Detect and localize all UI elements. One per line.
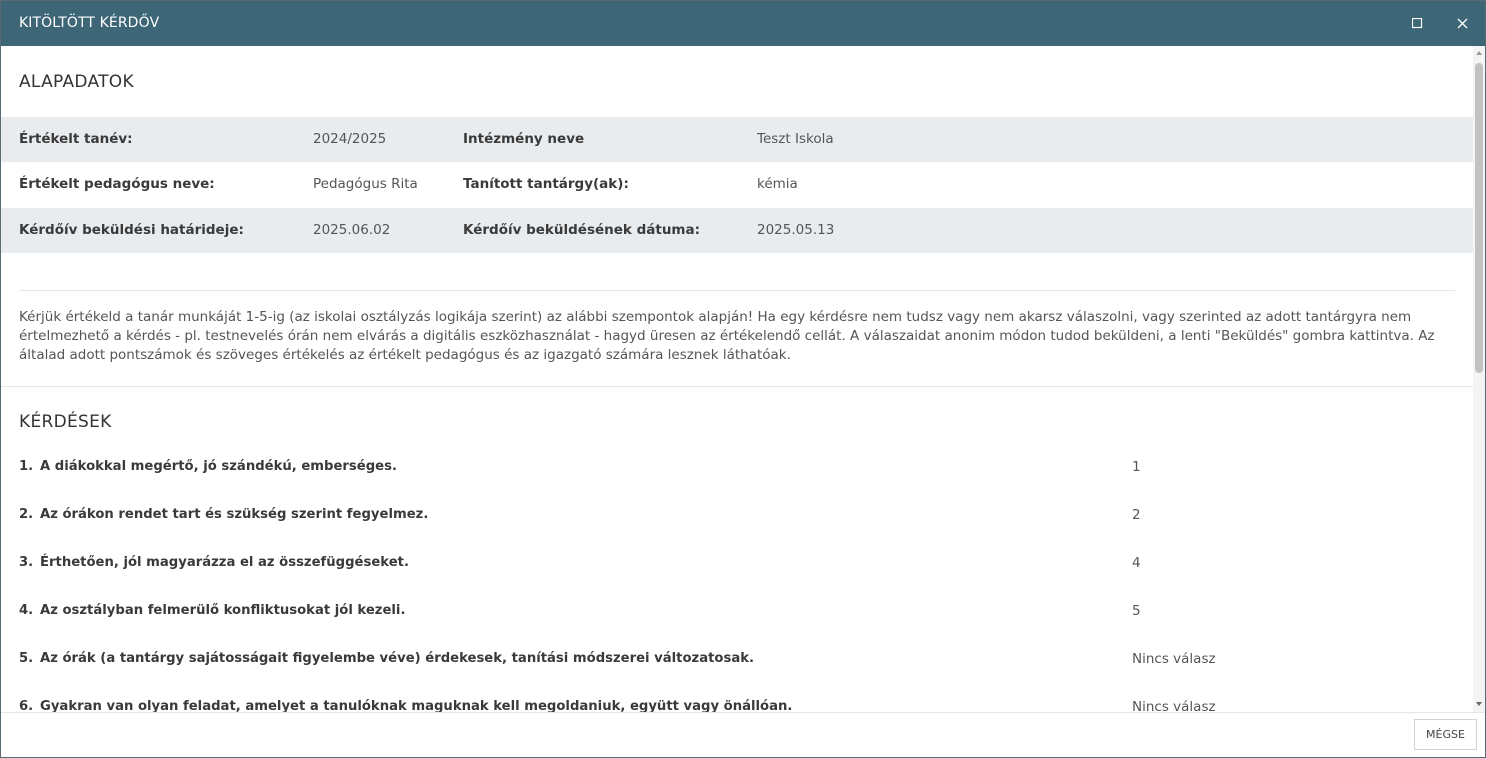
info-value: Teszt Iskola — [757, 131, 834, 147]
question-answer: Nincs válasz — [1132, 699, 1216, 712]
basic-data-title: ALAPADATOK — [19, 72, 134, 92]
question-answer: 4 — [1132, 555, 1141, 571]
info-label: Értékelt pedagógus neve: — [19, 176, 215, 192]
info-value: 2025.05.13 — [757, 222, 835, 238]
question-row: 1. A diákokkal megértő, jó szándékú, emb… — [1, 459, 1473, 507]
info-value: 2025.06.02 — [313, 222, 391, 238]
questionnaire-dialog: KITÖLTÖTT KÉRDŐV ALAPADATOK Értékelt tan… — [0, 0, 1486, 758]
scroll-thumb[interactable] — [1475, 63, 1483, 373]
question-text: Az órákon rendet tart és szükség szerint… — [40, 507, 429, 522]
question-text: A diákokkal megértő, jó szándékú, embers… — [40, 459, 397, 474]
info-value: Pedagógus Rita — [313, 176, 418, 192]
question-row: 2. Az órákon rendet tart és szükség szer… — [1, 507, 1473, 555]
question-text: Az osztályban felmerülő konfliktusokat j… — [40, 603, 406, 618]
question-row: 6. Gyakran van olyan feladat, amelyet a … — [1, 699, 1473, 712]
dialog-footer: MÉGSE — [1, 712, 1485, 757]
info-label: Intézmény neve — [463, 131, 585, 147]
question-row: 3. Érthetően, jól magyarázza el az össze… — [1, 555, 1473, 603]
dialog-content[interactable]: ALAPADATOK Értékelt tanév: 2024/2025 Int… — [1, 46, 1473, 712]
maximize-icon — [1411, 17, 1422, 28]
question-answer: Nincs válasz — [1132, 651, 1216, 667]
divider — [19, 290, 1455, 291]
question-text: Érthetően, jól magyarázza el az összefüg… — [40, 555, 409, 570]
question-text: Az órák (a tantárgy sajátosságait figyel… — [40, 651, 755, 666]
question-answer: 1 — [1132, 459, 1141, 475]
dialog-title: KITÖLTÖTT KÉRDŐV — [19, 15, 160, 31]
question-answer: 2 — [1132, 507, 1141, 523]
question-row: 5. Az órák (a tantárgy sajátosságait fig… — [1, 651, 1473, 699]
info-row: Kérdőív beküldési határideje: 2025.06.02… — [1, 208, 1473, 253]
divider — [1, 386, 1473, 387]
info-label: Kérdőív beküldési határideje: — [19, 222, 244, 238]
close-icon — [1457, 18, 1467, 28]
info-label: Kérdőív beküldésének dátuma: — [463, 222, 701, 238]
question-number: 6. — [19, 699, 34, 712]
questions-title: KÉRDÉSEK — [19, 412, 112, 432]
info-value: kémia — [757, 176, 798, 192]
question-number: 3. — [19, 555, 34, 570]
dialog-title-bar: KITÖLTÖTT KÉRDŐV — [1, 1, 1485, 46]
question-text: Gyakran van olyan feladat, amelyet a tan… — [40, 699, 793, 712]
question-number: 1. — [19, 459, 34, 474]
scroll-down-icon[interactable] — [1476, 702, 1482, 706]
info-label: Tanított tantárgy(ak): — [463, 176, 629, 192]
info-row: Értékelt pedagógus neve: Pedagógus Rita … — [1, 162, 1473, 207]
cancel-button[interactable]: MÉGSE — [1414, 719, 1477, 750]
question-number: 4. — [19, 603, 34, 618]
info-value: 2024/2025 — [313, 131, 387, 147]
vertical-scrollbar[interactable] — [1473, 46, 1485, 712]
info-row: Értékelt tanév: 2024/2025 Intézmény neve… — [1, 117, 1473, 162]
question-number: 5. — [19, 651, 34, 666]
close-button[interactable] — [1448, 9, 1476, 37]
info-label: Értékelt tanév: — [19, 131, 133, 147]
intro-text: Kérjük értékeld a tanár munkáját 1-5-ig … — [19, 309, 1435, 363]
maximize-button[interactable] — [1403, 9, 1431, 37]
question-number: 2. — [19, 507, 34, 522]
scroll-up-icon[interactable] — [1476, 51, 1482, 55]
question-answer: 5 — [1132, 603, 1141, 619]
question-row: 4. Az osztályban felmerülő konfliktusoka… — [1, 603, 1473, 651]
